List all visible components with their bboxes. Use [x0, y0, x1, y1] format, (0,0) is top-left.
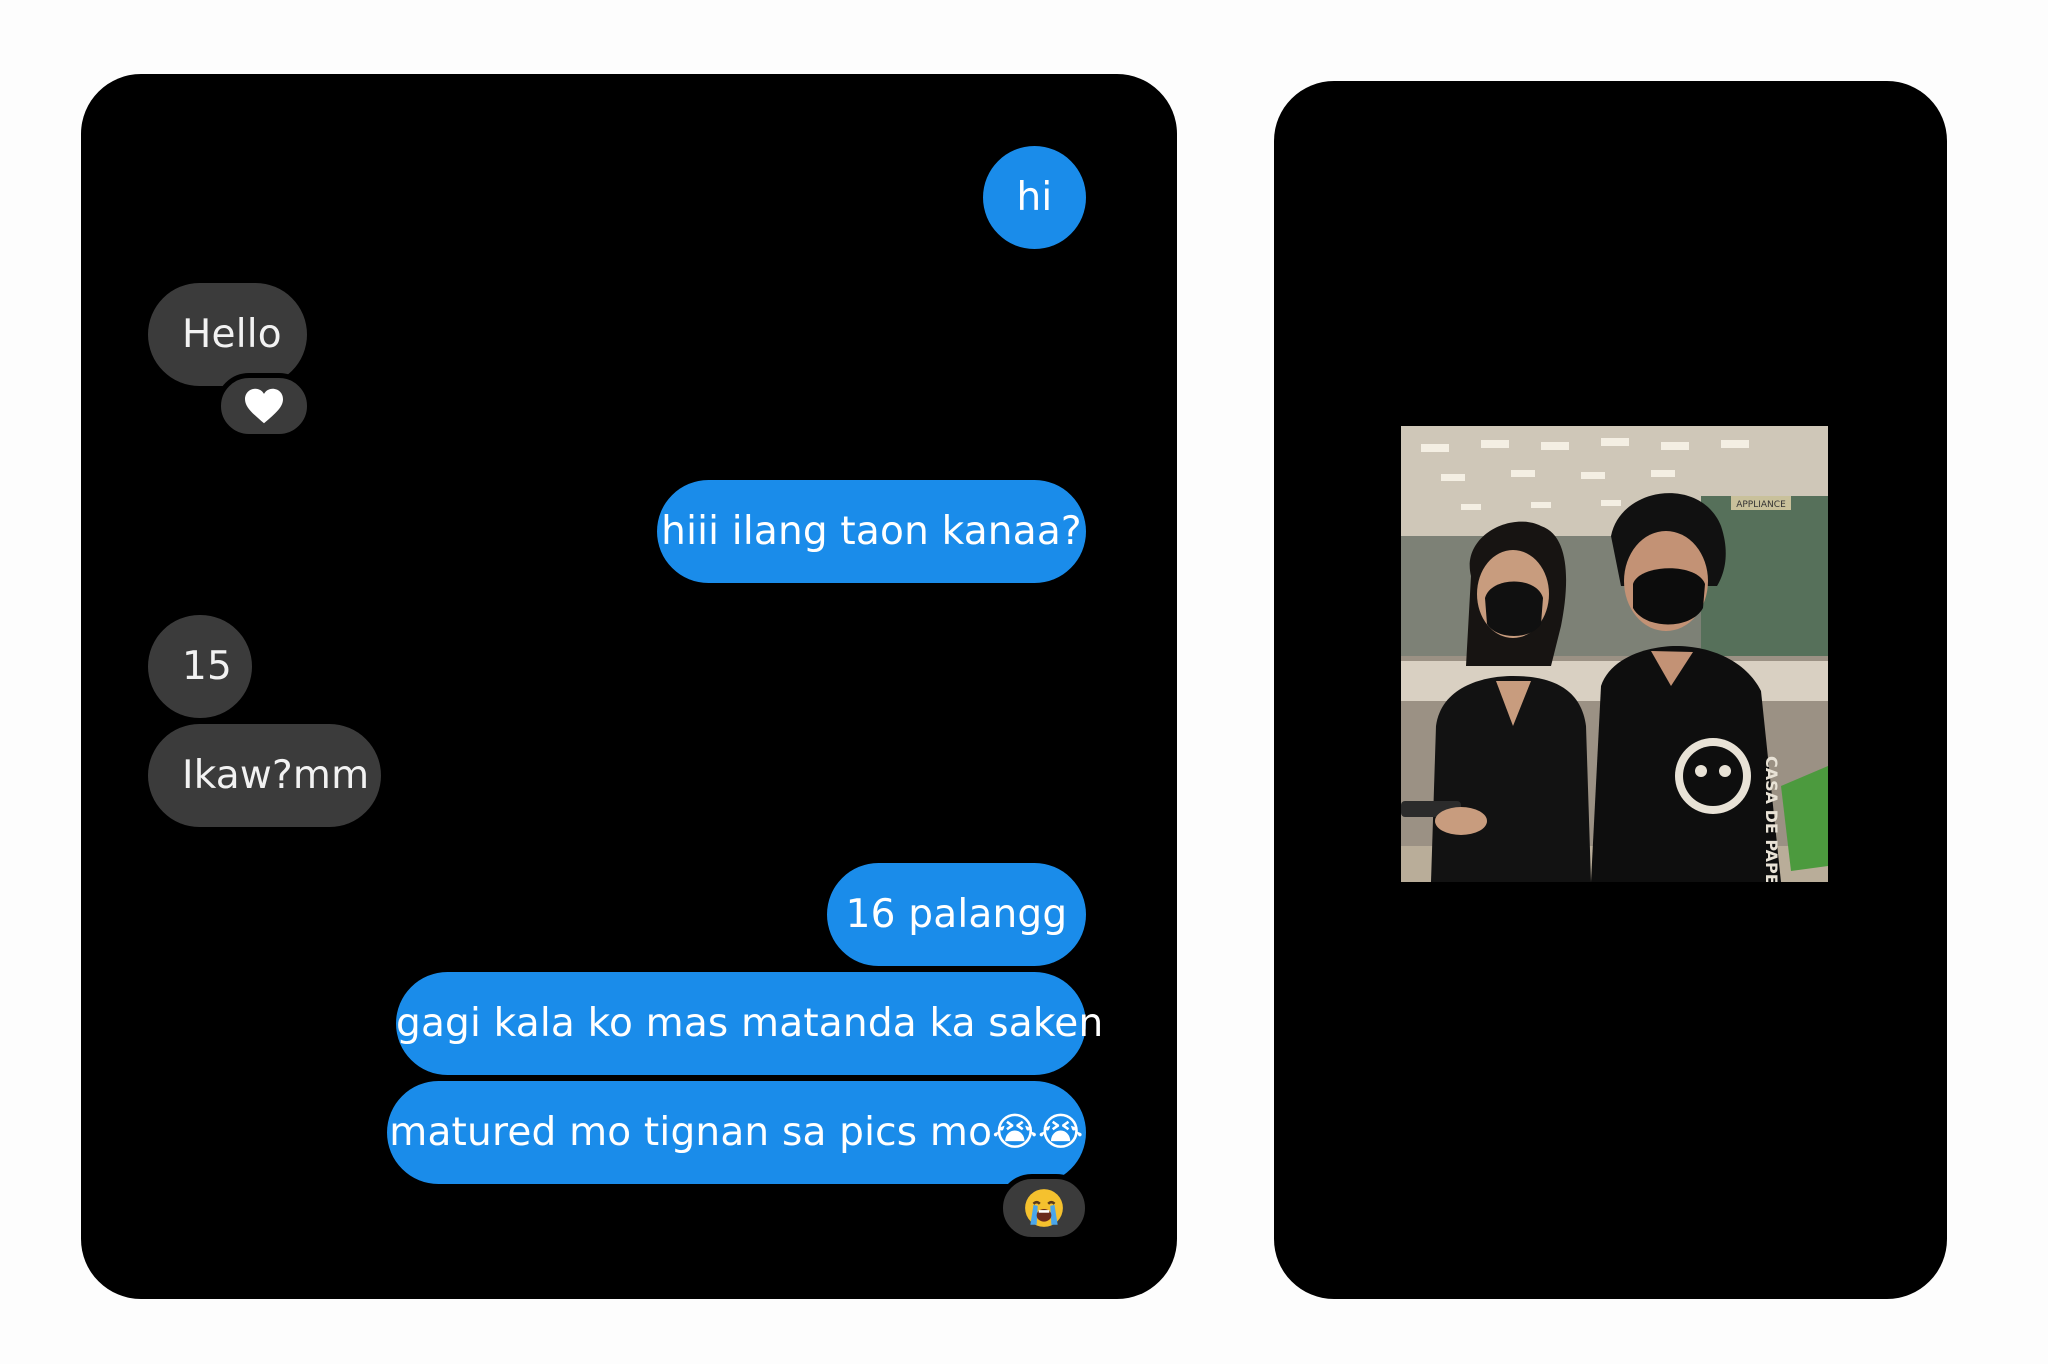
message-bubble-sent[interactable]: hiii ilang taon kanaa?: [657, 480, 1086, 583]
couple-photo-image: APPLIANCE CASA DE PAPEL: [1401, 426, 1828, 882]
reaction-badge[interactable]: [998, 1174, 1090, 1242]
message-bubble-received[interactable]: 15: [148, 615, 252, 718]
message-text: hiii ilang taon kanaa?: [661, 509, 1082, 554]
message-bubble-received[interactable]: Ikaw?mm: [148, 724, 381, 827]
message-text: Ikaw?mm: [182, 753, 370, 798]
message-text: gagi kala ko mas matanda ka saken: [396, 1001, 1104, 1046]
message-text: hi: [1016, 175, 1053, 220]
message-text: Hello: [182, 312, 282, 357]
message-bubble-sent[interactable]: 16 palangg: [827, 863, 1086, 966]
store-sign-text: APPLIANCE: [1736, 500, 1786, 510]
reaction-badge[interactable]: [216, 373, 312, 439]
shared-photo[interactable]: APPLIANCE CASA DE PAPEL: [1401, 426, 1828, 882]
message-text: 15: [182, 644, 233, 689]
loudly-crying-face-icon: [1025, 1189, 1063, 1227]
shirt-print-text: CASA DE PAPEL: [1762, 756, 1781, 882]
message-text: matured mo tignan sa pics mo😭😭: [389, 1110, 1084, 1155]
photo-screenshot-panel: APPLIANCE CASA DE PAPEL: [1274, 81, 1947, 1299]
message-bubble-sent[interactable]: matured mo tignan sa pics mo😭😭: [387, 1081, 1086, 1184]
message-bubble-sent[interactable]: hi: [983, 146, 1086, 249]
message-text: 16 palangg: [845, 892, 1068, 937]
message-bubble-sent[interactable]: gagi kala ko mas matanda ka saken: [396, 972, 1103, 1075]
message-bubble-received[interactable]: Hello: [148, 283, 307, 386]
white-heart-icon: [245, 388, 283, 424]
chat-screenshot-panel: hi Hello hiii ilang taon kanaa? 15 Ikaw?…: [81, 74, 1177, 1299]
